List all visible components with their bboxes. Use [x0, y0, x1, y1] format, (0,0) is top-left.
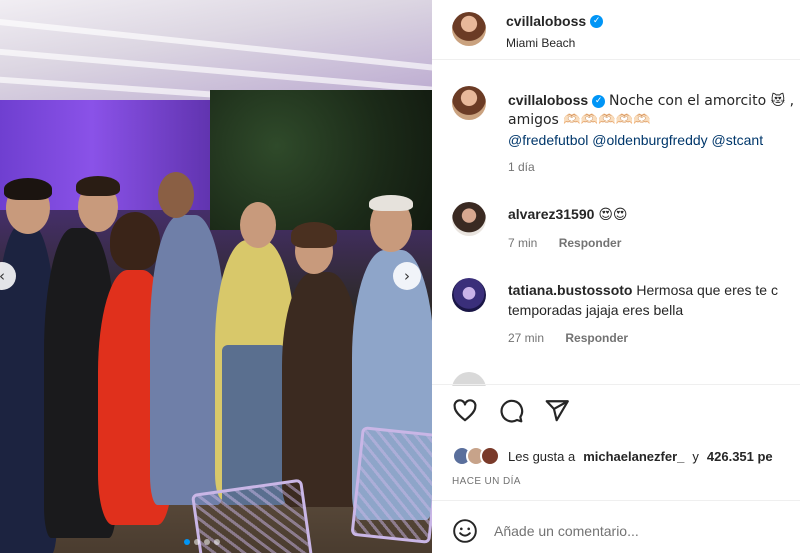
caption-time: 1 día [508, 160, 535, 174]
verified-badge-icon: ✓ [590, 15, 604, 29]
comment-meta: 27 min Responder [508, 331, 628, 345]
comment-avatar[interactable] [452, 202, 486, 236]
photo-person [150, 215, 225, 505]
comment-item: alvarez31590 😍😍 7 min Responder [452, 202, 800, 252]
photo-person-hair [369, 195, 413, 211]
post-sidebar: cvillaloboss ✓ Miami Beach cvillaloboss ✓ … [432, 0, 800, 553]
photo-person-hair [76, 176, 120, 196]
comment-time: 27 min [508, 331, 545, 345]
author-info: cvillaloboss ✓ Miami Beach [506, 13, 604, 50]
header-divider [432, 59, 800, 60]
comment-time: 7 min [508, 236, 538, 250]
input-divider [432, 500, 800, 501]
paper-plane-icon[interactable] [544, 398, 570, 424]
caption: cvillaloboss ✓ Noche con el amorcito 😻 , … [452, 86, 800, 174]
caption-text: Noche con el amorcito 😻 , [609, 93, 795, 109]
comment-meta: 7 min Responder [508, 236, 621, 250]
photo-person-head [158, 172, 194, 218]
post-time: HACE UN DÍA [452, 476, 521, 487]
photo-person-hair [110, 212, 160, 270]
heart-icon[interactable] [452, 398, 478, 424]
comment-avatar[interactable] [452, 278, 486, 312]
photo-person-patterned [282, 272, 360, 507]
likers-avatars [452, 446, 500, 466]
author-username[interactable]: cvillaloboss [506, 13, 586, 29]
photo-person-jeans [222, 345, 286, 505]
likes-summary[interactable]: Les gusta a michaelanezfer_ y 426.351 pe [452, 446, 773, 466]
comment-text-line-2: temporadas jajaja eres bella [508, 302, 684, 318]
comment-bubble-icon[interactable] [498, 398, 524, 424]
comment-line: tatiana.bustossoto Hermosa que eres te c [508, 280, 778, 300]
comment-text: 😍😍 [598, 207, 628, 223]
post-header: cvillaloboss ✓ Miami Beach [432, 0, 800, 58]
caption-username[interactable]: cvillaloboss [508, 92, 588, 108]
comment-line: alvarez31590 😍😍 [508, 204, 628, 225]
comment-username[interactable]: tatiana.bustossoto [508, 282, 632, 298]
carousel-next-button[interactable]: › [393, 262, 421, 290]
comment-username[interactable]: alvarez31590 [508, 206, 594, 222]
carousel-dot[interactable] [184, 539, 190, 545]
caption-avatar[interactable] [452, 86, 486, 120]
carousel-dot[interactable] [204, 539, 210, 545]
author-avatar[interactable] [452, 12, 486, 46]
caption-line-2: amigos 🫶🏻🫶🏻🫶🏻🫶🏻🫶🏻 [508, 112, 651, 128]
carousel-dot[interactable] [194, 539, 200, 545]
post-actions [452, 398, 570, 424]
verified-badge-icon: ✓ [592, 94, 606, 108]
carousel-dot[interactable] [214, 539, 220, 545]
likes-middle: y [692, 448, 699, 464]
carousel-dots [184, 539, 220, 545]
smiley-icon[interactable] [452, 518, 478, 544]
post-location[interactable]: Miami Beach [506, 36, 603, 50]
photo-person-hair [291, 222, 337, 248]
liker-avatar [480, 446, 500, 466]
likes-user[interactable]: michaelanezfer_ [583, 449, 684, 464]
actions-divider [432, 384, 800, 385]
chevron-right-icon: › [404, 267, 410, 285]
comment-input[interactable]: Añade un comentario... [494, 523, 639, 539]
chevron-left-icon: ‹ [0, 267, 5, 285]
photo-person-head [240, 202, 276, 248]
caption-mentions[interactable]: @fredefutbol @oldenburgfreddy @stcant [508, 130, 763, 150]
reply-button[interactable]: Responder [565, 331, 628, 345]
photo-chair [350, 426, 432, 544]
likes-count[interactable]: 426.351 pe [707, 449, 773, 464]
photo-person-hair [4, 178, 52, 200]
reply-button[interactable]: Responder [559, 236, 622, 250]
post-photo[interactable]: ‹ › [0, 0, 432, 553]
add-comment-bar: Añade un comentario... [452, 518, 639, 544]
comment-text: Hermosa que eres te c [636, 282, 778, 298]
likes-prefix: Les gusta a [508, 448, 576, 464]
comment-item: tatiana.bustossoto Hermosa que eres te c… [452, 278, 800, 348]
caption-line-1: cvillaloboss ✓ Noche con el amorcito 😻 , [508, 90, 794, 111]
